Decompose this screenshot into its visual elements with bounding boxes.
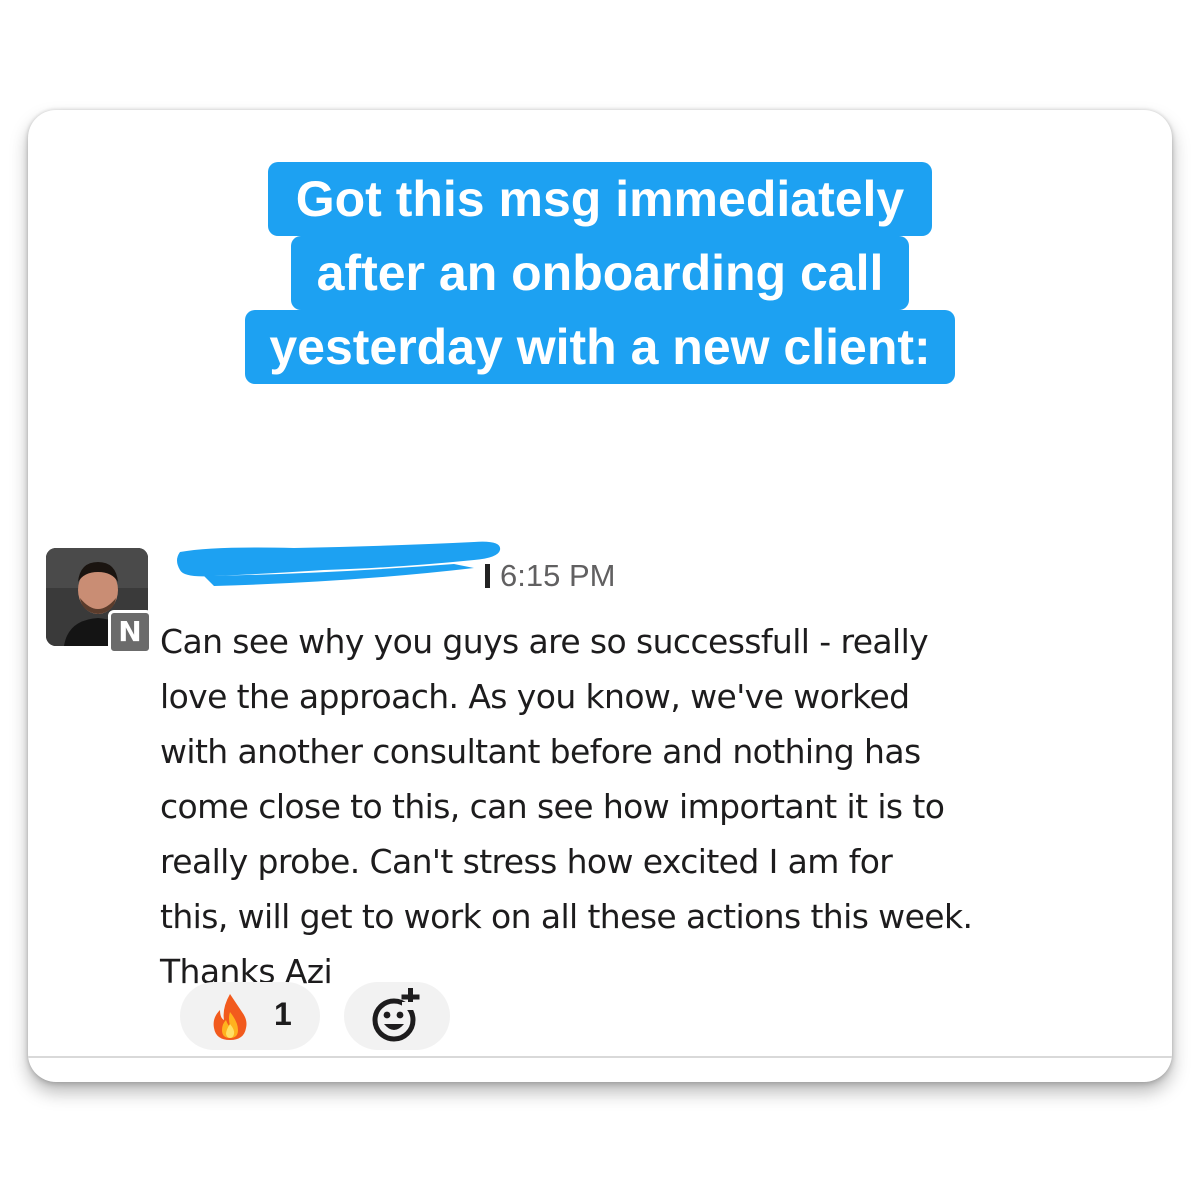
- reaction-count: 1: [274, 996, 292, 1032]
- page: Got this msg immediately after an onboar…: [0, 0, 1200, 1200]
- message-line: Can see why you guys are so successfull …: [160, 622, 929, 661]
- redaction-edge: [485, 564, 490, 588]
- caption-line-1: Got this msg immediately: [267, 162, 933, 236]
- caption-line-2: after an onboarding call: [290, 236, 910, 310]
- message-line: really probe. Can't stress how excited I…: [160, 842, 893, 881]
- caption-line-3: yesterday with a new client:: [245, 310, 955, 384]
- divider: [28, 1056, 1172, 1058]
- message-line: with another consultant before and nothi…: [160, 732, 921, 771]
- message-line: this, will get to work on all these acti…: [160, 897, 973, 936]
- add-emoji-icon: [372, 988, 420, 1042]
- message-line: come close to this, can see how importan…: [160, 787, 945, 826]
- workspace-badge: N: [108, 610, 152, 654]
- fire-icon: [213, 994, 247, 1040]
- sender-name-redaction: [177, 541, 501, 586]
- screenshot-card: Got this msg immediately after an onboar…: [28, 110, 1172, 1082]
- message-line: love the approach. As you know, we've wo…: [160, 677, 910, 716]
- add-reaction-button[interactable]: [344, 982, 450, 1050]
- reaction-fire[interactable]: 1: [180, 982, 320, 1050]
- message-body: Can see why you guys are so successfull …: [160, 614, 1120, 999]
- caption-overlay: Got this msg immediately after an onboar…: [28, 162, 1172, 384]
- message-timestamp[interactable]: 6:15 PM: [500, 558, 615, 594]
